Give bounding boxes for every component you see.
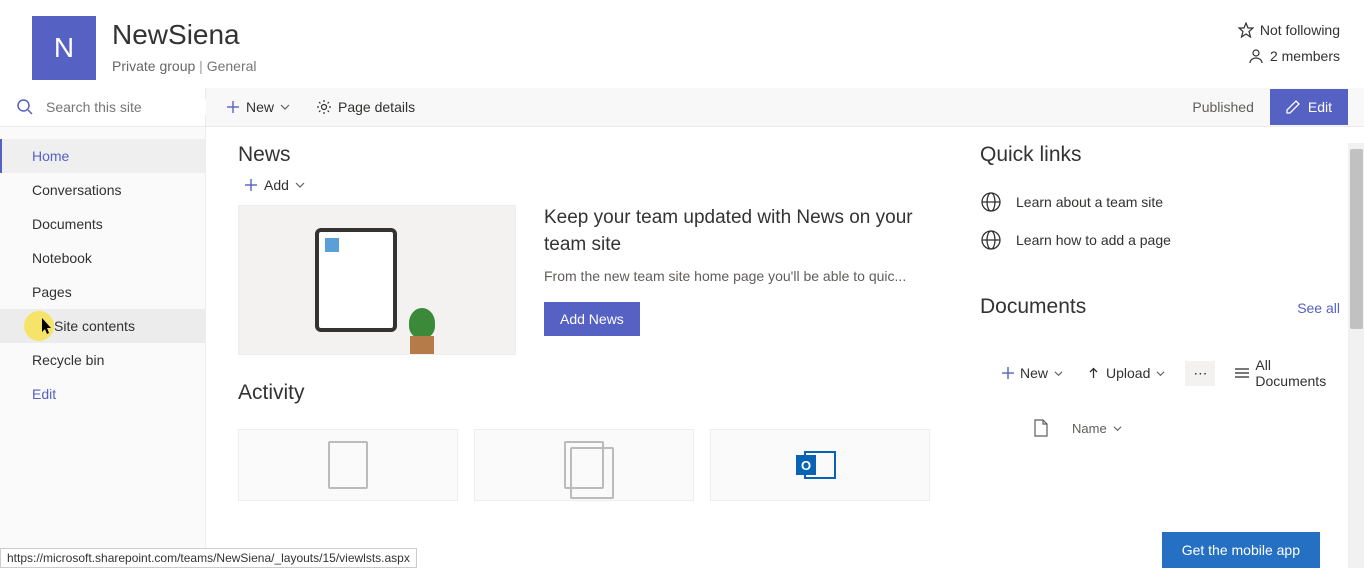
documents-heading: Documents (980, 295, 1086, 319)
scrollbar[interactable] (1348, 143, 1364, 568)
published-label: Published (1192, 99, 1254, 115)
news-description: From the new team site home page you'll … (544, 268, 948, 284)
new-button[interactable]: New (222, 91, 294, 123)
quicklink-item[interactable]: Learn about a team site (980, 183, 1340, 221)
follow-toggle[interactable]: Not following (1238, 22, 1340, 38)
docs-upload-button[interactable]: Upload (1083, 357, 1169, 389)
plus-icon (244, 178, 258, 192)
chevron-down-icon (1113, 424, 1122, 433)
add-news-button[interactable]: Add News (544, 302, 640, 336)
plus-icon (1002, 367, 1014, 379)
list-icon (1235, 367, 1249, 379)
page-details-button[interactable]: Page details (312, 91, 419, 123)
site-subtitle: Private group | General (112, 58, 257, 74)
edit-button[interactable]: Edit (1270, 89, 1348, 125)
documents-stack-icon (564, 441, 604, 489)
nav-notebook[interactable]: Notebook (0, 241, 205, 275)
status-bar-url: https://microsoft.sharepoint.com/teams/N… (0, 548, 417, 568)
search-input[interactable] (46, 99, 227, 115)
globe-icon (980, 229, 1002, 251)
quicklink-item[interactable]: Learn how to add a page (980, 221, 1340, 259)
activity-card[interactable] (474, 429, 694, 501)
docs-more-button[interactable]: ⋯ (1185, 361, 1215, 386)
chevron-down-icon (1054, 369, 1063, 378)
document-icon (328, 441, 368, 489)
scrollbar-thumb[interactable] (1350, 149, 1363, 329)
column-name[interactable]: Name (1072, 421, 1122, 436)
pencil-icon (1286, 100, 1300, 114)
upload-icon (1087, 367, 1100, 380)
nav-home[interactable]: Home (0, 139, 205, 173)
chevron-down-icon (280, 102, 290, 112)
nav-conversations[interactable]: Conversations (0, 173, 205, 207)
site-logo[interactable]: N (32, 16, 96, 80)
outlook-icon (804, 451, 836, 479)
file-icon (1034, 419, 1048, 437)
members-link[interactable]: 2 members (1248, 48, 1340, 64)
news-heading: News (238, 143, 948, 167)
chevron-down-icon (295, 180, 305, 190)
nav-documents[interactable]: Documents (0, 207, 205, 241)
news-placeholder-image (238, 205, 516, 355)
nav-recycle-bin[interactable]: Recycle bin (0, 343, 205, 377)
activity-heading: Activity (238, 381, 948, 405)
search-box[interactable] (0, 88, 206, 126)
docs-new-button[interactable]: New (998, 357, 1067, 389)
nav-site-contents[interactable]: Site contents (0, 309, 205, 343)
star-icon (1238, 22, 1254, 38)
search-icon (16, 98, 34, 116)
chevron-down-icon (1156, 369, 1165, 378)
left-nav: Home Conversations Documents Notebook Pa… (0, 127, 206, 552)
person-icon (1248, 48, 1264, 64)
news-add-button[interactable]: Add (244, 177, 948, 193)
nav-pages[interactable]: Pages (0, 275, 205, 309)
site-title[interactable]: NewSiena (112, 18, 257, 52)
see-all-link[interactable]: See all (1297, 300, 1340, 316)
activity-card[interactable] (238, 429, 458, 501)
quicklinks-heading: Quick links (980, 143, 1340, 167)
globe-icon (980, 191, 1002, 213)
nav-edit[interactable]: Edit (0, 377, 205, 411)
gear-icon (316, 99, 332, 115)
activity-card[interactable] (710, 429, 930, 501)
plus-icon (226, 100, 240, 114)
docs-view-button[interactable]: All Documents (1231, 349, 1340, 397)
news-headline: Keep your team updated with News on your… (544, 205, 948, 258)
get-mobile-app-button[interactable]: Get the mobile app (1162, 532, 1320, 568)
